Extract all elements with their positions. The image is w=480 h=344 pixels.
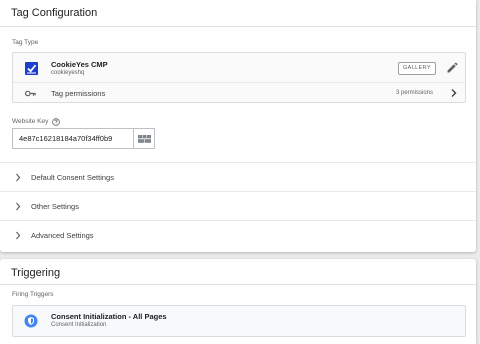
tag-configuration-card: Tag Configuration Tag Type CookieYes CMP… [0,0,476,252]
section-label: Advanced Settings [31,231,94,240]
variable-brick-icon [138,135,151,143]
firing-triggers-label: Firing Triggers [12,291,54,298]
trigger-name: Consent Initialization - All Pages [51,312,167,321]
tag-type-box[interactable]: CookieYes CMP cookieyeshq GALLERY Tag pe… [12,52,466,103]
insert-variable-button[interactable] [133,128,155,149]
tag-vendor: cookieyeshq [51,70,85,76]
gallery-button[interactable]: GALLERY [398,62,436,75]
help-icon[interactable] [52,118,60,126]
chevron-right-icon [16,173,21,182]
chevron-right-icon [16,231,21,240]
section-default-consent-settings[interactable]: Default Consent Settings [0,162,476,191]
tag-permissions-label: Tag permissions [51,89,106,98]
card-title: Tag Configuration [11,7,98,19]
title-divider [0,284,476,285]
tag-type-label: Tag Type [12,39,39,46]
permissions-count: 3 permissions [396,90,434,96]
triggering-card: Triggering Firing Triggers Consent Initi… [0,259,476,344]
section-label: Other Settings [31,202,79,211]
tag-name: CookieYes CMP [51,60,108,69]
title-divider [0,26,476,27]
consent-trigger-icon [24,314,38,328]
section-other-settings[interactable]: Other Settings [0,191,476,220]
key-icon [25,90,36,97]
website-key-input[interactable]: 4e87c16218184a70f34ff0b9 [12,128,133,149]
card-title: Triggering [11,267,61,279]
trigger-type: Consent Initialization [51,322,107,328]
website-key-label: Website Key [12,118,49,125]
chevron-right-icon [16,202,21,211]
section-label: Default Consent Settings [31,173,114,182]
tag-permissions-row[interactable]: Tag permissions 3 permissions [13,82,465,103]
trigger-item[interactable]: Consent Initialization - All Pages Conse… [12,305,466,337]
cookieyes-logo-icon [25,62,38,75]
chevron-right-icon[interactable] [449,88,458,98]
pencil-icon[interactable] [446,62,458,74]
section-advanced-settings[interactable]: Advanced Settings [0,220,476,249]
